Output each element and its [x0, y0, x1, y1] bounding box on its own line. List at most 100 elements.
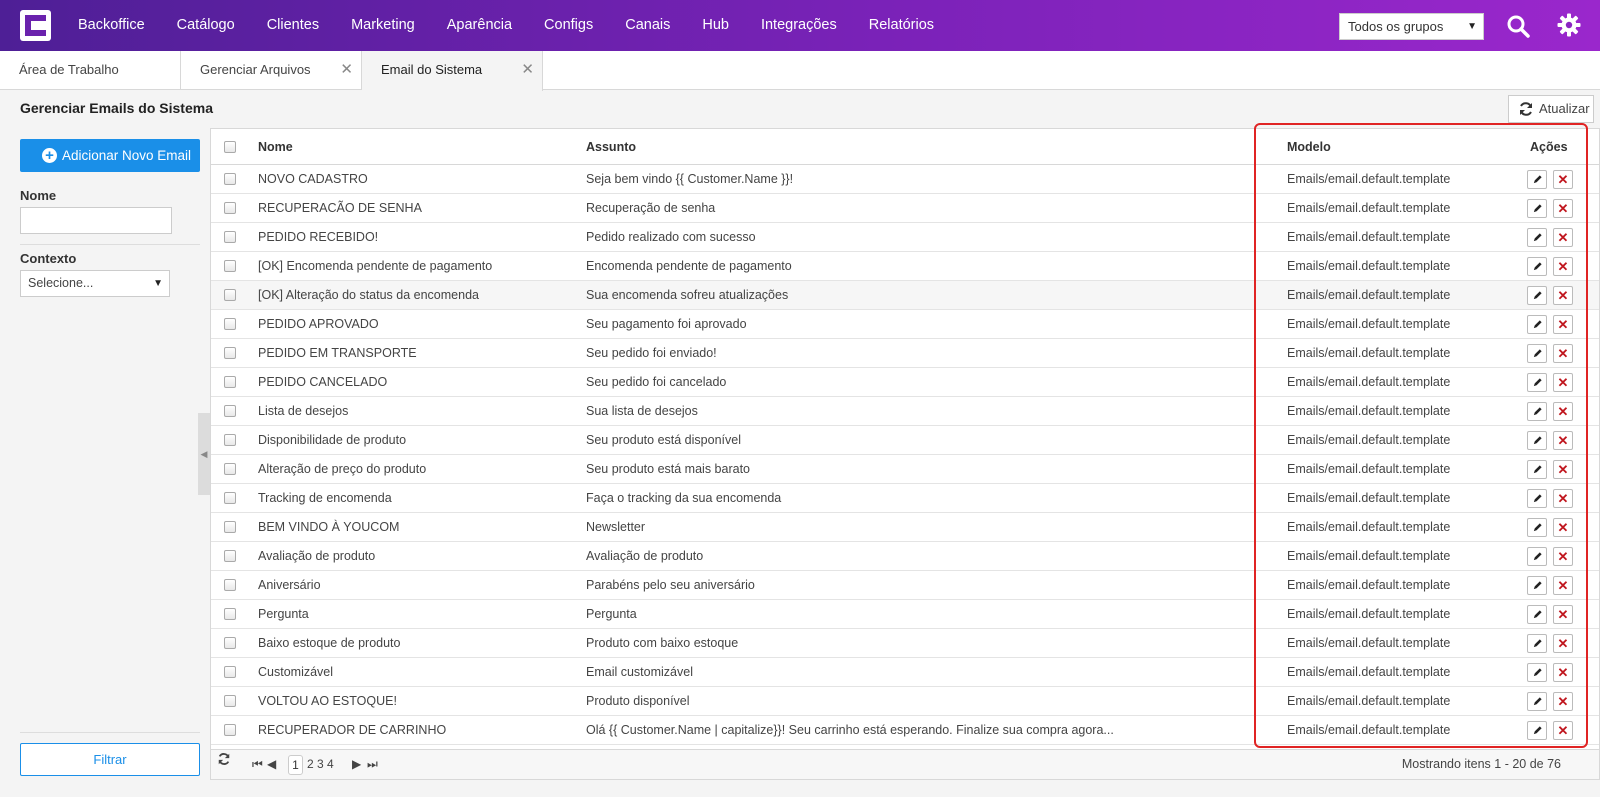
row-checkbox[interactable]	[224, 608, 236, 620]
edit-button[interactable]	[1527, 286, 1547, 305]
table-row[interactable]: PEDIDO APROVADO Seu pagamento foi aprovad…	[211, 310, 1599, 339]
tab-area-de-trabalho[interactable]: Área de Trabalho	[0, 51, 181, 90]
app-logo[interactable]	[20, 10, 51, 41]
delete-button[interactable]: ✕	[1553, 460, 1573, 479]
row-checkbox[interactable]	[224, 521, 236, 533]
group-select[interactable]: Todos os grupos ▼	[1339, 13, 1484, 40]
row-checkbox[interactable]	[224, 289, 236, 301]
row-checkbox[interactable]	[224, 492, 236, 504]
edit-button[interactable]	[1527, 228, 1547, 247]
table-row[interactable]: Aniversário Parabéns pelo seu aniversário…	[211, 571, 1599, 600]
delete-button[interactable]: ✕	[1553, 489, 1573, 508]
table-row[interactable]: Avaliação de produto Avaliação de produto…	[211, 542, 1599, 571]
last-page-icon[interactable]: ⏭	[367, 757, 378, 772]
nav-item-integracoes[interactable]: Integrações	[745, 0, 853, 51]
nav-item-marketing[interactable]: Marketing	[335, 0, 431, 51]
edit-button[interactable]	[1527, 663, 1547, 682]
row-checkbox[interactable]	[224, 347, 236, 359]
row-checkbox[interactable]	[224, 695, 236, 707]
nome-filter-input[interactable]	[20, 207, 172, 234]
edit-button[interactable]	[1527, 315, 1547, 334]
next-page-icon[interactable]: ▶	[352, 757, 361, 771]
tab-gerenciar-arquivos[interactable]: Gerenciar Arquivos ✕	[181, 51, 362, 90]
nav-item-configs[interactable]: Configs	[528, 0, 609, 51]
nav-item-canais[interactable]: Canais	[609, 0, 686, 51]
delete-button[interactable]: ✕	[1553, 344, 1573, 363]
delete-button[interactable]: ✕	[1553, 373, 1573, 392]
nav-item-hub[interactable]: Hub	[686, 0, 745, 51]
edit-button[interactable]	[1527, 257, 1547, 276]
refresh-icon[interactable]	[216, 752, 232, 766]
table-row[interactable]: NOVO CADASTRO Seja bem vindo {{ Customer.…	[211, 165, 1599, 194]
nav-item-aparencia[interactable]: Aparência	[431, 0, 528, 51]
table-row[interactable]: BEM VINDO À YOUCOM Newsletter Emails/email…	[211, 513, 1599, 542]
delete-button[interactable]: ✕	[1553, 228, 1573, 247]
column-header-nome[interactable]: Nome	[258, 129, 293, 165]
table-row[interactable]: Lista de desejos Sua lista de desejos Emai…	[211, 397, 1599, 426]
page-number[interactable]: 2	[307, 757, 314, 771]
tab-email-do-sistema[interactable]: Email do Sistema ✕	[362, 51, 543, 91]
delete-button[interactable]: ✕	[1553, 402, 1573, 421]
edit-button[interactable]	[1527, 199, 1547, 218]
edit-button[interactable]	[1527, 489, 1547, 508]
row-checkbox[interactable]	[224, 376, 236, 388]
row-checkbox[interactable]	[224, 405, 236, 417]
edit-button[interactable]	[1527, 547, 1547, 566]
page-number[interactable]: 4	[327, 757, 334, 771]
nav-item-clientes[interactable]: Clientes	[251, 0, 335, 51]
delete-button[interactable]: ✕	[1553, 692, 1573, 711]
table-row[interactable]: Alteração de preço do produto Seu produto…	[211, 455, 1599, 484]
delete-button[interactable]: ✕	[1553, 431, 1573, 450]
add-email-button[interactable]: + Adicionar Novo Email	[20, 139, 200, 172]
row-checkbox[interactable]	[224, 318, 236, 330]
edit-button[interactable]	[1527, 605, 1547, 624]
table-row[interactable]: Baixo estoque de produto Produto com baix…	[211, 629, 1599, 658]
delete-button[interactable]: ✕	[1553, 634, 1573, 653]
row-checkbox[interactable]	[224, 231, 236, 243]
column-header-assunto[interactable]: Assunto	[586, 129, 636, 165]
delete-button[interactable]: ✕	[1553, 315, 1573, 334]
search-icon[interactable]	[1506, 14, 1530, 38]
select-all-checkbox[interactable]	[224, 141, 236, 153]
table-row[interactable]: Tracking de encomenda Faça o tracking da …	[211, 484, 1599, 513]
delete-button[interactable]: ✕	[1553, 721, 1573, 740]
table-row[interactable]: Pergunta Pergunta Emails/email.default.tem…	[211, 600, 1599, 629]
row-checkbox[interactable]	[224, 434, 236, 446]
row-checkbox[interactable]	[224, 724, 236, 736]
table-row[interactable]: [OK] Alteração do status da encomenda Sua…	[211, 281, 1599, 310]
row-checkbox[interactable]	[224, 637, 236, 649]
table-row[interactable]: PEDIDO EM TRANSPORTE Seu pedido foi envia…	[211, 339, 1599, 368]
delete-button[interactable]: ✕	[1553, 576, 1573, 595]
edit-button[interactable]	[1527, 402, 1547, 421]
table-row[interactable]: PEDIDO RECEBIDO! Pedido realizado com suc…	[211, 223, 1599, 252]
edit-button[interactable]	[1527, 692, 1547, 711]
edit-button[interactable]	[1527, 344, 1547, 363]
edit-button[interactable]	[1527, 431, 1547, 450]
delete-button[interactable]: ✕	[1553, 170, 1573, 189]
delete-button[interactable]: ✕	[1553, 518, 1573, 537]
nav-item-catalogo[interactable]: Catálogo	[161, 0, 251, 51]
edit-button[interactable]	[1527, 170, 1547, 189]
page-number-current[interactable]: 1	[288, 755, 303, 775]
sidebar-collapse-handle[interactable]: ◀	[198, 413, 210, 495]
filter-button[interactable]: Filtrar	[20, 743, 200, 776]
delete-button[interactable]: ✕	[1553, 286, 1573, 305]
table-row[interactable]: Disponibilidade de produto Seu produto es…	[211, 426, 1599, 455]
gear-icon[interactable]	[1557, 13, 1581, 37]
edit-button[interactable]	[1527, 518, 1547, 537]
table-row[interactable]: RECUPERADOR DE CARRINHO Olá {{ Customer.N…	[211, 716, 1599, 745]
page-number[interactable]: 3	[317, 757, 324, 771]
edit-button[interactable]	[1527, 634, 1547, 653]
row-checkbox[interactable]	[224, 579, 236, 591]
first-page-icon[interactable]: ⏮	[252, 757, 263, 772]
close-icon[interactable]: ✕	[521, 51, 534, 89]
refresh-button[interactable]: Atualizar	[1508, 95, 1594, 123]
delete-button[interactable]: ✕	[1553, 257, 1573, 276]
delete-button[interactable]: ✕	[1553, 663, 1573, 682]
table-row[interactable]: RECUPERACÃO DE SENHA Recuperação de senha…	[211, 194, 1599, 223]
table-row[interactable]: [OK] Encomenda pendente de pagamento Enco…	[211, 252, 1599, 281]
prev-page-icon[interactable]: ◀	[267, 757, 276, 771]
table-row[interactable]: Customizável Email customizável Emails/ema…	[211, 658, 1599, 687]
delete-button[interactable]: ✕	[1553, 547, 1573, 566]
nav-item-relatorios[interactable]: Relatórios	[853, 0, 950, 51]
